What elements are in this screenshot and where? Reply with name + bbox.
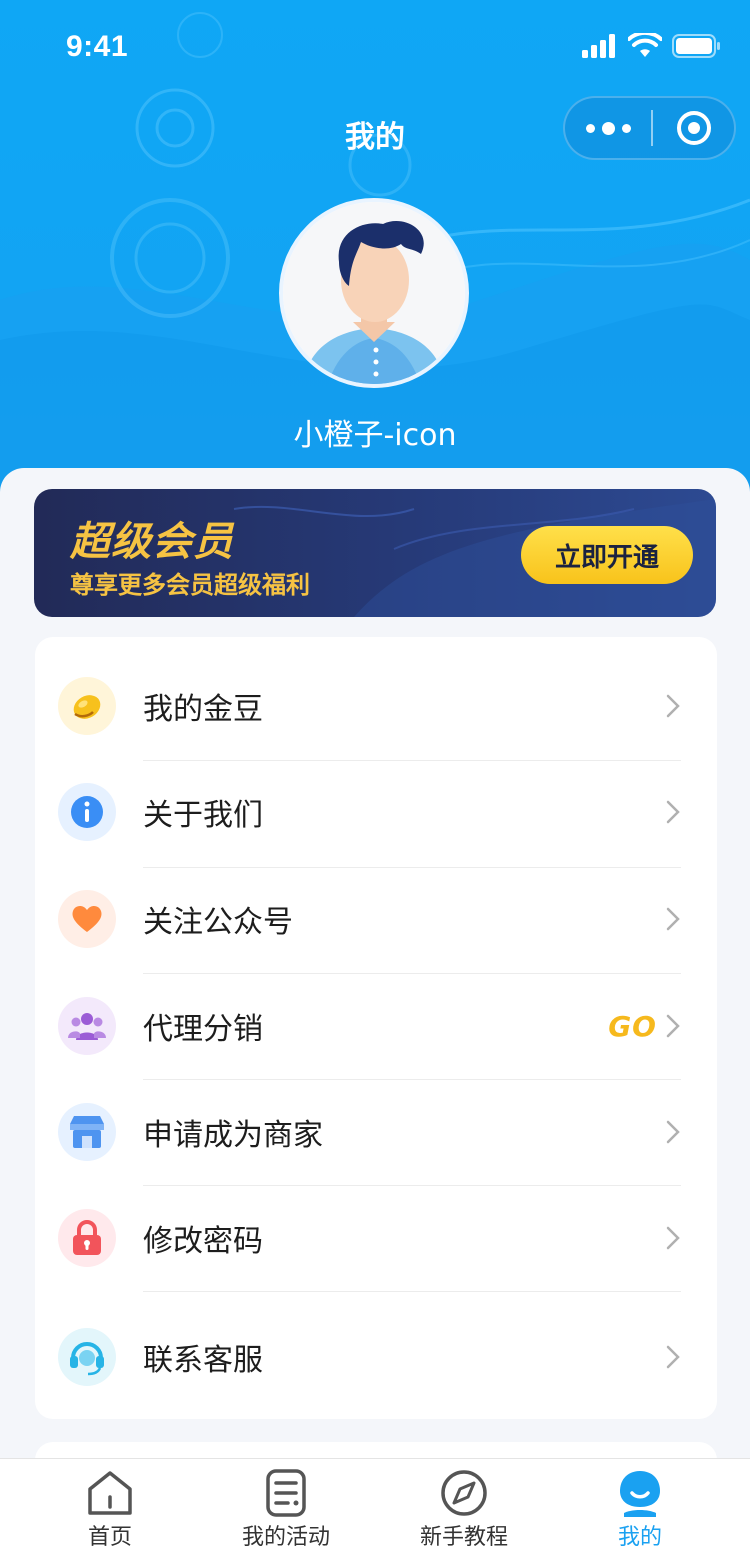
tab-label: 新手教程 bbox=[419, 1525, 508, 1550]
compass-icon bbox=[441, 1470, 487, 1516]
chevron-right-icon bbox=[666, 800, 680, 824]
wifi-icon bbox=[628, 33, 662, 57]
tab-label: 首页 bbox=[87, 1525, 132, 1550]
signal-icon bbox=[582, 34, 615, 58]
menu-item-label: 申请成为商家 bbox=[143, 1118, 323, 1153]
menu-item-label: 修改密码 bbox=[143, 1224, 263, 1259]
chevron-right-icon bbox=[666, 1226, 680, 1250]
tab-home[interactable]: 首页 bbox=[30, 1459, 190, 1556]
tab-label: 我的 bbox=[617, 1525, 662, 1550]
chevron-right-icon bbox=[666, 694, 680, 718]
battery-icon bbox=[672, 34, 720, 58]
vip-subtitle: 尊享更多会员超级福利 bbox=[70, 571, 310, 599]
status-bar: 9:41 bbox=[0, 0, 750, 96]
chevron-right-icon bbox=[666, 1120, 680, 1144]
gold-bean-icon bbox=[58, 677, 116, 735]
headset-icon bbox=[58, 1328, 116, 1386]
avatar[interactable] bbox=[279, 198, 469, 388]
menu-card: 我的金豆 关于我们 关注公众号 代理分销 GO 申请成为商家 修改密码 联系客服 bbox=[35, 637, 717, 1419]
menu-item-follow-account[interactable]: 关注公众号 bbox=[35, 866, 717, 972]
info-icon bbox=[58, 783, 116, 841]
chevron-right-icon bbox=[666, 1014, 680, 1038]
menu-divider bbox=[143, 1291, 681, 1292]
vip-activate-button[interactable]: 立即开通 bbox=[521, 526, 693, 584]
tab-label: 我的活动 bbox=[241, 1525, 330, 1550]
tab-bar: 首页 我的活动 新手教程 我的 bbox=[0, 1458, 750, 1556]
menu-item-label: 代理分销 bbox=[143, 1012, 263, 1047]
group-icon bbox=[58, 997, 116, 1055]
status-time: 9:41 bbox=[66, 30, 129, 63]
more-dot-icon bbox=[621, 123, 631, 133]
menu-item-contact-support[interactable]: 联系客服 bbox=[35, 1304, 717, 1410]
more-dot-icon bbox=[585, 123, 595, 133]
tab-mine[interactable]: 我的 bbox=[560, 1459, 720, 1556]
tab-my-activities[interactable]: 我的活动 bbox=[206, 1459, 366, 1556]
store-icon bbox=[58, 1103, 116, 1161]
menu-item-agent-distribution[interactable]: 代理分销 GO bbox=[35, 973, 717, 1079]
chevron-right-icon bbox=[666, 1345, 680, 1369]
profile-icon bbox=[620, 1471, 660, 1517]
avatar-illustration bbox=[283, 202, 465, 384]
menu-item-become-merchant[interactable]: 申请成为商家 bbox=[35, 1079, 717, 1185]
chevron-right-icon bbox=[666, 907, 680, 931]
go-badge: GO bbox=[608, 1009, 657, 1043]
vip-title: 超级会员 bbox=[70, 519, 234, 565]
home-icon bbox=[88, 1471, 132, 1515]
document-icon bbox=[266, 1469, 306, 1517]
menu-item-label: 关于我们 bbox=[143, 798, 263, 833]
tab-tutorial[interactable]: 新手教程 bbox=[384, 1459, 544, 1556]
close-miniprogram-button[interactable] bbox=[653, 109, 734, 147]
username: 小橙子-icon bbox=[293, 418, 457, 453]
menu-item-about-us[interactable]: 关于我们 bbox=[35, 759, 717, 865]
menu-item-label: 关注公众号 bbox=[143, 905, 293, 940]
target-icon bbox=[676, 111, 711, 145]
lock-icon bbox=[58, 1209, 116, 1267]
more-dot-icon bbox=[601, 121, 615, 135]
heart-icon bbox=[58, 890, 116, 948]
miniprogram-capsule bbox=[563, 96, 736, 160]
menu-item-label: 联系客服 bbox=[143, 1343, 263, 1378]
vip-banner[interactable]: 超级会员 尊享更多会员超级福利 立即开通 bbox=[34, 489, 716, 617]
more-button[interactable] bbox=[565, 98, 651, 158]
menu-item-change-password[interactable]: 修改密码 bbox=[35, 1185, 717, 1291]
menu-item-label: 我的金豆 bbox=[143, 692, 263, 727]
menu-item-gold-beans[interactable]: 我的金豆 bbox=[35, 653, 717, 759]
status-icons bbox=[582, 33, 722, 59]
